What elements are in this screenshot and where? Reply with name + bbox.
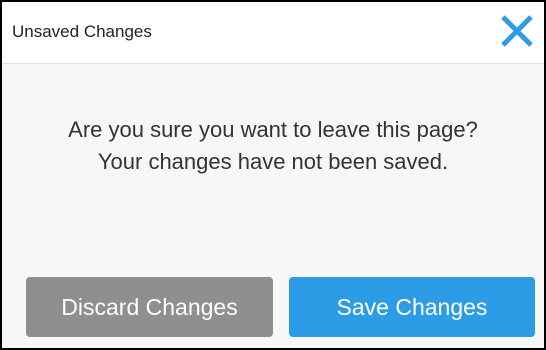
discard-changes-button[interactable]: Discard Changes bbox=[26, 277, 273, 337]
dialog-message: Are you sure you want to leave this page… bbox=[2, 114, 544, 178]
message-line-1: Are you sure you want to leave this page… bbox=[68, 117, 478, 142]
message-line-2: Your changes have not been saved. bbox=[97, 149, 449, 174]
dialog-title: Unsaved Changes bbox=[12, 22, 152, 41]
dialog-header: Unsaved Changes bbox=[2, 2, 544, 64]
unsaved-changes-dialog: Unsaved Changes Are you sure you want to… bbox=[0, 0, 546, 350]
save-changes-button[interactable]: Save Changes bbox=[289, 277, 535, 337]
close-button[interactable] bbox=[494, 8, 540, 54]
close-x-icon bbox=[501, 15, 533, 47]
